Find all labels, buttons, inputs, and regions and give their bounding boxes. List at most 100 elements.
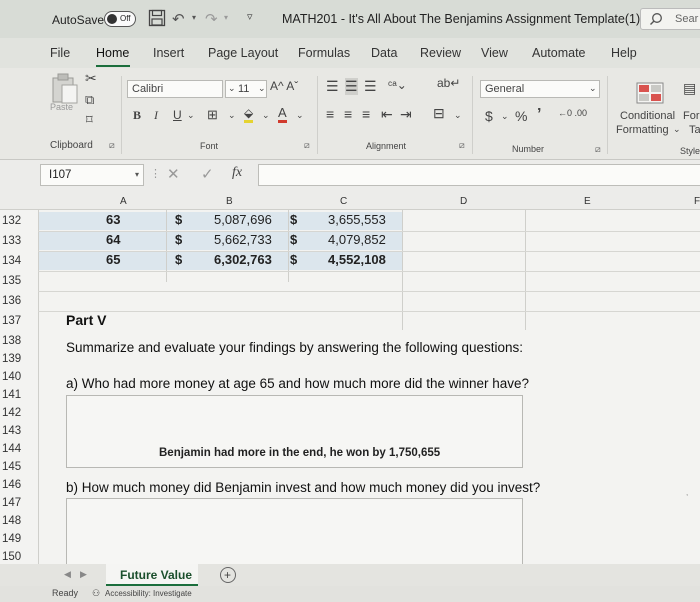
accessibility-icon[interactable]: ⚇: [92, 588, 100, 599]
tab-file[interactable]: File: [50, 46, 70, 60]
chevron-down-icon[interactable]: ⌄: [673, 124, 681, 135]
borders-icon[interactable]: ⊞: [207, 107, 218, 123]
tab-view[interactable]: View: [481, 46, 508, 60]
column-header-c[interactable]: C: [340, 196, 347, 207]
add-sheet-button[interactable]: +: [220, 567, 236, 583]
column-header-b[interactable]: B: [226, 196, 233, 207]
tab-formulas[interactable]: Formulas: [298, 46, 350, 60]
column-header-d[interactable]: D: [460, 196, 467, 207]
row-header[interactable]: 142: [0, 404, 38, 422]
answer-a-box[interactable]: Benjamin had more in the end, he won by …: [66, 395, 523, 468]
format-as-table-icon[interactable]: ▤: [683, 80, 696, 97]
conditional-formatting-label[interactable]: Conditional: [620, 110, 675, 122]
font-size-select[interactable]: ⌄ 11 ⌄: [225, 80, 267, 98]
benjamin-value-cell[interactable]: 5,087,696: [214, 212, 272, 227]
undo-icon[interactable]: ↶: [172, 10, 185, 28]
percent-format-button[interactable]: %: [515, 108, 527, 124]
fill-color-icon[interactable]: ⬙: [244, 106, 254, 123]
top-align-icon[interactable]: ☰: [326, 78, 339, 95]
age-cell[interactable]: 63: [106, 212, 120, 227]
wrap-text-icon[interactable]: ab↵: [437, 76, 460, 90]
next-sheet-icon[interactable]: ▶: [80, 569, 87, 580]
row-header[interactable]: 135: [0, 272, 38, 290]
tab-help[interactable]: Help: [611, 46, 637, 60]
insert-function-button[interactable]: fx: [232, 165, 242, 181]
row-header[interactable]: 139: [0, 350, 38, 368]
row-header[interactable]: 134: [0, 252, 38, 270]
redo-dropdown-icon[interactable]: ▾: [224, 13, 228, 22]
chevron-down-icon[interactable]: ⌄: [296, 110, 304, 121]
tab-automate[interactable]: Automate: [532, 46, 586, 60]
benjamin-value-cell[interactable]: 5,662,733: [214, 232, 272, 247]
row-header[interactable]: 149: [0, 530, 38, 548]
row-header[interactable]: 148: [0, 512, 38, 530]
clipboard-launcher-icon[interactable]: ⧄: [109, 140, 115, 151]
format-as-table-label[interactable]: For: [683, 110, 700, 122]
underline-button[interactable]: U: [173, 108, 182, 122]
age-cell[interactable]: 65: [106, 252, 120, 267]
benjamin-value-cell[interactable]: 6,302,763: [214, 252, 272, 267]
increase-indent-icon[interactable]: ⇥: [400, 106, 412, 123]
accessibility-status[interactable]: Accessibility: Investigate: [105, 589, 192, 598]
formula-input[interactable]: [258, 164, 700, 186]
autosave-toggle[interactable]: Off: [104, 11, 136, 27]
save-icon[interactable]: [148, 9, 166, 27]
alignment-launcher-icon[interactable]: ⧄: [459, 140, 465, 151]
row-header[interactable]: 144: [0, 440, 38, 458]
chevron-down-icon[interactable]: ⌄: [187, 110, 195, 121]
row-header[interactable]: 137: [0, 312, 38, 330]
redo-icon[interactable]: ↷: [205, 10, 218, 28]
cancel-icon[interactable]: ✕: [167, 165, 180, 183]
middle-align-icon[interactable]: ☰: [345, 78, 358, 95]
search-box[interactable]: Sear: [640, 8, 700, 30]
row-header[interactable]: 136: [0, 292, 38, 310]
column-header-a[interactable]: A: [120, 196, 127, 207]
merge-center-icon[interactable]: ⊟: [433, 105, 445, 122]
font-name-select[interactable]: Calibri: [127, 80, 223, 98]
tab-review[interactable]: Review: [420, 46, 461, 60]
tab-home[interactable]: Home: [96, 46, 129, 60]
number-format-select[interactable]: General ⌄: [480, 80, 600, 98]
row-header[interactable]: 133: [0, 232, 38, 250]
conditional-formatting-icon[interactable]: [636, 82, 664, 104]
your-value-cell[interactable]: 4,079,852: [328, 232, 386, 247]
bold-button[interactable]: B: [133, 108, 141, 123]
number-launcher-icon[interactable]: ⧄: [595, 144, 601, 155]
chevron-down-icon[interactable]: ⌄: [501, 111, 509, 122]
chevron-down-icon[interactable]: ⌄: [262, 110, 270, 121]
undo-dropdown-icon[interactable]: ▾: [192, 13, 196, 22]
your-value-cell[interactable]: 4,552,108: [328, 252, 386, 267]
worksheet-grid[interactable]: A B C D E F 132 133 134 135 136 137 138 …: [0, 190, 700, 564]
name-box[interactable]: I107 ▾: [40, 164, 144, 186]
formatting-label[interactable]: Formatting: [616, 124, 669, 136]
row-header[interactable]: 145: [0, 458, 38, 476]
cut-icon[interactable]: ✂: [85, 70, 97, 87]
row-header[interactable]: 150: [0, 548, 38, 564]
prev-sheet-icon[interactable]: ◀: [64, 569, 71, 580]
row-header[interactable]: 146: [0, 476, 38, 494]
row-header[interactable]: 132: [0, 212, 38, 230]
tab-data[interactable]: Data: [371, 46, 397, 60]
orientation-icon[interactable]: ᶜᵃ⌄: [388, 78, 407, 92]
row-header[interactable]: 147: [0, 494, 38, 512]
increase-decimal-icon[interactable]: ←0 .00: [558, 108, 587, 118]
paste-icon[interactable]: [50, 72, 80, 106]
your-value-cell[interactable]: 3,655,553: [328, 212, 386, 227]
column-header-e[interactable]: E: [584, 196, 591, 207]
row-header[interactable]: 140: [0, 368, 38, 386]
font-color-icon[interactable]: A: [278, 105, 287, 123]
align-left-icon[interactable]: ≡: [326, 106, 334, 122]
comma-style-button[interactable]: ’: [537, 106, 541, 124]
customize-toolbar-icon[interactable]: ▿: [247, 10, 253, 23]
currency-format-button[interactable]: $: [485, 108, 493, 124]
tab-page-layout[interactable]: Page Layout: [208, 46, 278, 60]
formula-bar-handle-icon[interactable]: ⋮: [150, 167, 161, 180]
row-header[interactable]: 138: [0, 332, 38, 350]
table-label[interactable]: Ta: [689, 124, 700, 136]
italic-button[interactable]: I: [154, 108, 158, 123]
chevron-down-icon[interactable]: ⌄: [454, 110, 462, 121]
sheet-tab-future-value[interactable]: Future Value: [106, 564, 198, 586]
tab-insert[interactable]: Insert: [153, 46, 184, 60]
align-right-icon[interactable]: ≡: [362, 106, 370, 122]
grow-shrink-font-buttons[interactable]: A^ Aˇ: [270, 79, 298, 93]
